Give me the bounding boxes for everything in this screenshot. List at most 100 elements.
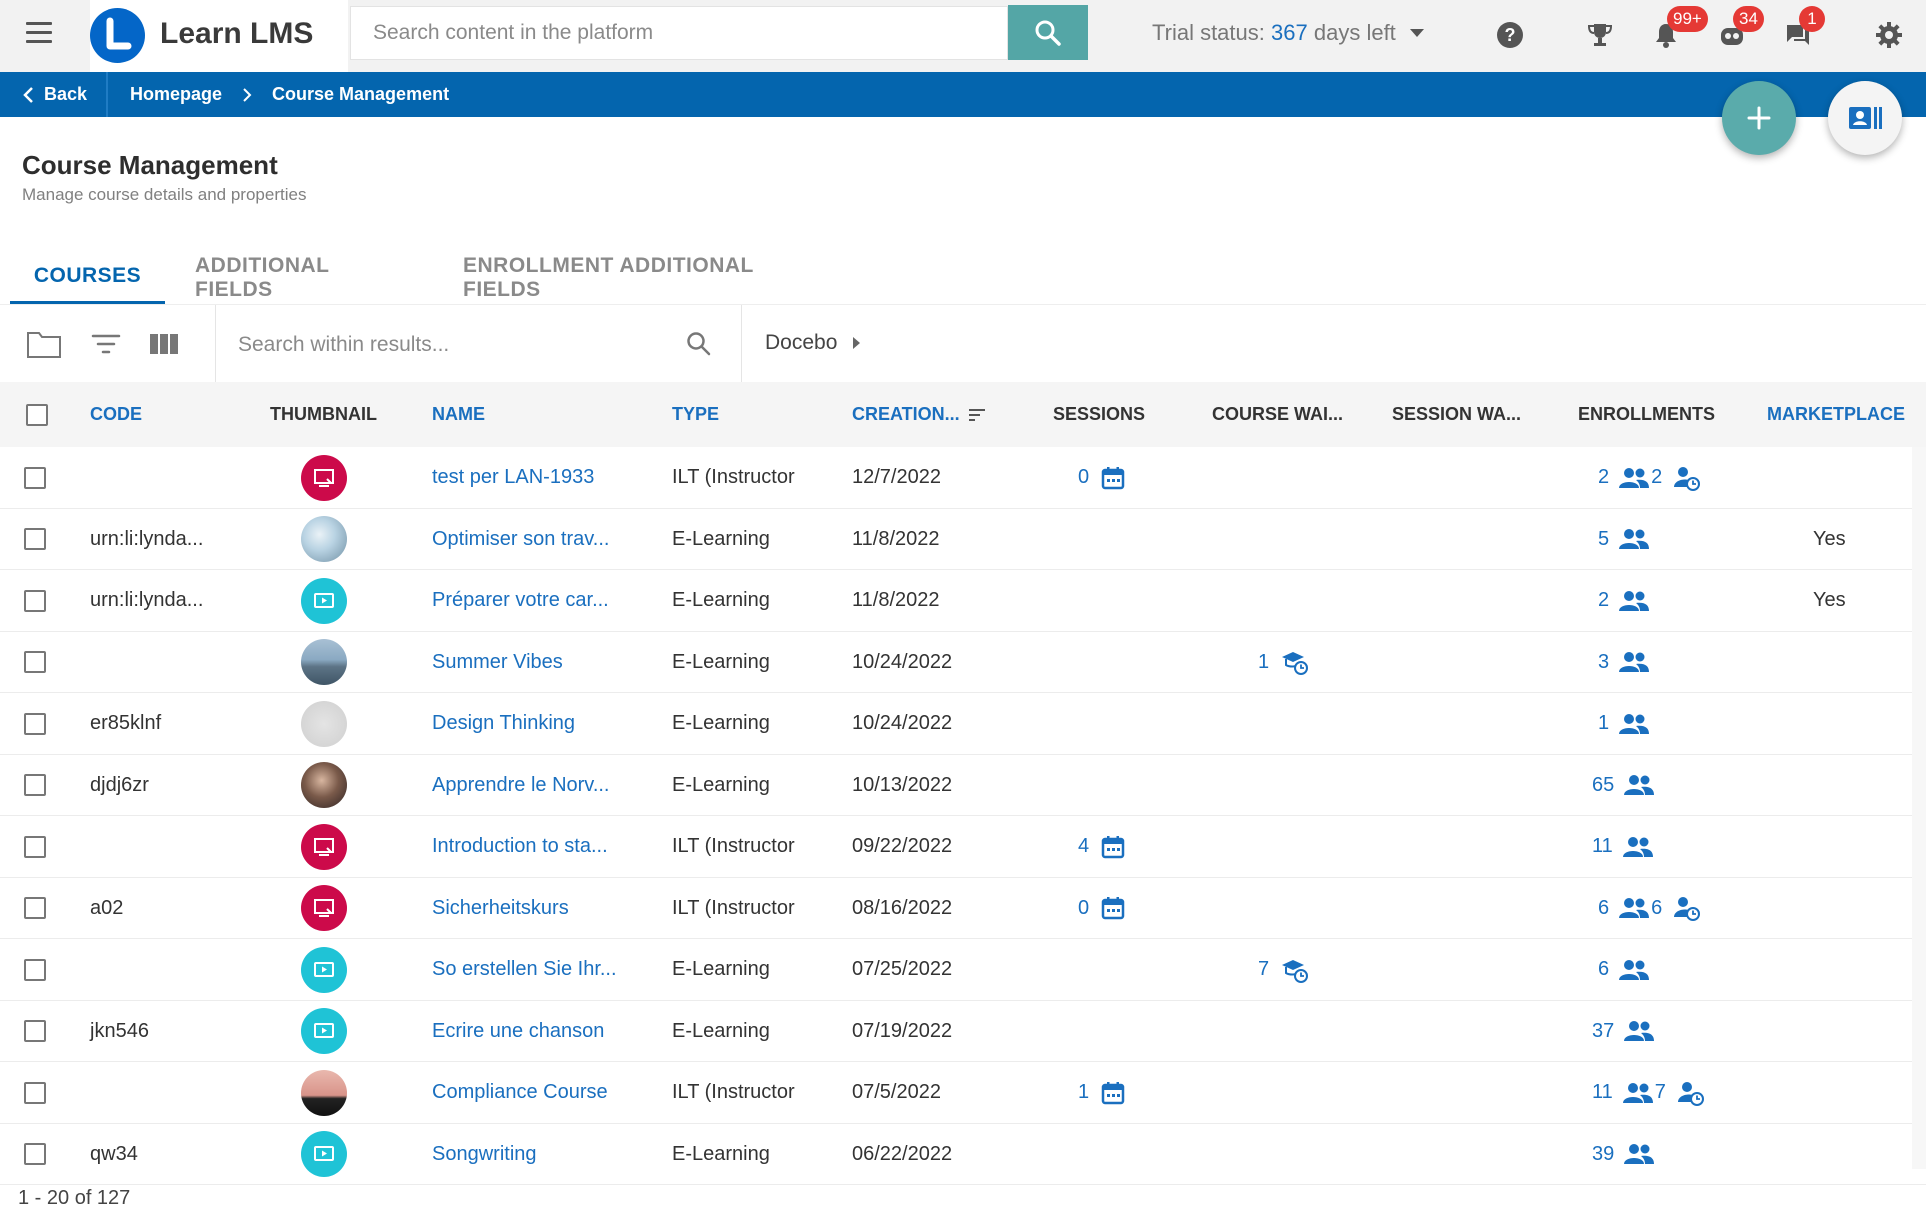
row-checkbox[interactable]: [24, 878, 46, 939]
enrollments-count[interactable]: 11 7: [1592, 1062, 1704, 1123]
folder-icon[interactable]: [26, 327, 62, 361]
table-row[interactable]: Compliance Course ILT (Instructor 07/5/202…: [0, 1062, 1926, 1124]
course-name-link[interactable]: So erstellen Sie Ihr...: [432, 939, 617, 1000]
messages-icon[interactable]: 1: [1781, 6, 1825, 52]
row-checkbox[interactable]: [24, 509, 46, 570]
enrollments-count[interactable]: 39: [1592, 1124, 1655, 1185]
row-checkbox[interactable]: [24, 1001, 46, 1062]
table-row[interactable]: er85klnf Design Thinking E-Learning 10/24/2…: [0, 693, 1926, 755]
course-code: urn:li:lynda...: [90, 589, 204, 611]
tab-additional-fields[interactable]: ADDITIONAL FIELDS: [165, 250, 433, 305]
column-marketplace[interactable]: MARKETPLACE: [1767, 382, 1905, 447]
column-code[interactable]: CODE: [90, 382, 142, 447]
row-checkbox[interactable]: [24, 816, 46, 877]
folder-breadcrumb[interactable]: Docebo: [765, 331, 861, 355]
help-icon[interactable]: ?: [1493, 18, 1527, 52]
enrollments-count[interactable]: 2: [1598, 570, 1650, 631]
column-type[interactable]: TYPE: [672, 382, 719, 447]
row-checkbox[interactable]: [24, 693, 46, 754]
course-name-link[interactable]: Summer Vibes: [432, 632, 563, 693]
row-checkbox[interactable]: [24, 939, 46, 1000]
row-checkbox[interactable]: [24, 632, 46, 693]
sessions-count[interactable]: 4: [1078, 816, 1125, 877]
course-type: E-Learning: [672, 589, 770, 611]
course-waiting-count[interactable]: 1: [1258, 632, 1309, 693]
enrollments-count[interactable]: 6: [1598, 939, 1650, 1000]
course-waiting-count[interactable]: 7: [1258, 939, 1309, 1000]
course-code: er85klnf: [90, 712, 162, 734]
column-creation[interactable]: CREATION...: [852, 382, 986, 447]
group-icon: [1624, 1020, 1655, 1042]
sessions-count[interactable]: 1: [1078, 1062, 1125, 1123]
bot-icon[interactable]: 34: [1715, 6, 1764, 52]
table-row[interactable]: qw34 Songwriting E-Learning 06/22/2022 39: [0, 1124, 1926, 1185]
filter-icon[interactable]: [88, 327, 124, 361]
table-row[interactable]: urn:li:lynda... Optimiser son trav... E-Le…: [0, 509, 1926, 570]
search-icon[interactable]: [686, 331, 712, 357]
page-title: Course Management: [22, 150, 278, 180]
table-row[interactable]: Introduction to sta... ILT (Instructor 09/…: [0, 816, 1926, 878]
trial-status[interactable]: Trial status: 367 days left: [1152, 20, 1424, 46]
sessions-count[interactable]: 0: [1078, 878, 1125, 939]
course-name-link[interactable]: Préparer votre car...: [432, 570, 609, 631]
course-type: E-Learning: [672, 527, 770, 550]
logo[interactable]: Learn LMS: [90, 0, 348, 72]
course-name-link[interactable]: Sicherheitskurs: [432, 878, 569, 939]
course-code: urn:li:lynda...: [90, 527, 204, 550]
breadcrumb-homepage[interactable]: Homepage: [130, 84, 222, 105]
group-icon: [1619, 897, 1650, 919]
trial-suffix: days left: [1313, 20, 1396, 45]
global-search-input[interactable]: [373, 7, 993, 59]
settings-gear-icon[interactable]: [1872, 18, 1906, 52]
course-name-link[interactable]: Optimiser son trav...: [432, 509, 609, 570]
tab-courses[interactable]: COURSES: [10, 250, 165, 305]
results-search-input[interactable]: [238, 325, 678, 365]
table-row[interactable]: Summer Vibes E-Learning 10/24/2022 1 3: [0, 632, 1926, 693]
columns-icon[interactable]: [146, 327, 182, 361]
calendar-icon: [1101, 1081, 1125, 1105]
course-name-link[interactable]: Ecrire une chanson: [432, 1001, 604, 1062]
column-sessions: SESSIONS: [1053, 404, 1146, 424]
enrollments-count[interactable]: 5: [1598, 509, 1650, 570]
enrollments-count[interactable]: 66: [1598, 878, 1701, 939]
enrollments-count[interactable]: 22: [1598, 447, 1701, 508]
table-row[interactable]: urn:li:lynda... Préparer votre car... E-Le…: [0, 570, 1926, 632]
column-name[interactable]: NAME: [432, 382, 485, 447]
tab-enrollment-additional-fields[interactable]: ENROLLMENT ADDITIONAL FIELDS: [433, 250, 805, 305]
back-button[interactable]: Back: [22, 72, 87, 117]
course-name-link[interactable]: Songwriting: [432, 1124, 537, 1185]
messages-badge: 1: [1799, 6, 1825, 32]
table-row[interactable]: djdj6zr Apprendre le Norv... E-Learning 10/…: [0, 755, 1926, 816]
enrollments-count[interactable]: 11: [1592, 816, 1653, 877]
trophy-icon[interactable]: [1583, 18, 1617, 52]
side-panel-button[interactable]: [1828, 81, 1902, 155]
caret-right-icon: [853, 337, 861, 349]
table-row[interactable]: So erstellen Sie Ihr... E-Learning 07/25/2…: [0, 939, 1926, 1001]
course-name-link[interactable]: Design Thinking: [432, 693, 575, 754]
table-row[interactable]: a02 Sicherheitskurs ILT (Instructor 08/16/2…: [0, 878, 1926, 939]
notifications-bell-icon[interactable]: 99+: [1649, 6, 1708, 52]
calendar-icon: [1101, 466, 1125, 490]
enrollments-count[interactable]: 1: [1598, 693, 1650, 754]
global-search-button[interactable]: [1008, 5, 1088, 60]
select-all-checkbox[interactable]: [26, 382, 48, 447]
menu-icon[interactable]: [26, 22, 52, 44]
row-checkbox[interactable]: [24, 755, 46, 816]
enrollments-count[interactable]: 3: [1598, 632, 1650, 693]
group-icon: [1622, 836, 1653, 858]
course-name-link[interactable]: Introduction to sta...: [432, 816, 608, 877]
enrollments-count[interactable]: 37: [1592, 1001, 1655, 1062]
course-name-link[interactable]: Compliance Course: [432, 1062, 608, 1123]
creation-date: 10/13/2022: [852, 773, 953, 796]
row-checkbox[interactable]: [24, 570, 46, 631]
sessions-count[interactable]: 0: [1078, 447, 1125, 508]
enrollments-count[interactable]: 65: [1592, 755, 1655, 816]
row-checkbox[interactable]: [24, 1062, 46, 1123]
add-course-button[interactable]: [1722, 81, 1796, 155]
table-row[interactable]: jkn546 Ecrire une chanson E-Learning 07/19/…: [0, 1001, 1926, 1062]
course-name-link[interactable]: Apprendre le Norv...: [432, 755, 610, 816]
row-checkbox[interactable]: [24, 447, 46, 508]
table-row[interactable]: test per LAN-1933 ILT (Instructor 12/7/202…: [0, 447, 1926, 509]
row-checkbox[interactable]: [24, 1124, 46, 1185]
course-name-link[interactable]: test per LAN-1933: [432, 447, 594, 508]
